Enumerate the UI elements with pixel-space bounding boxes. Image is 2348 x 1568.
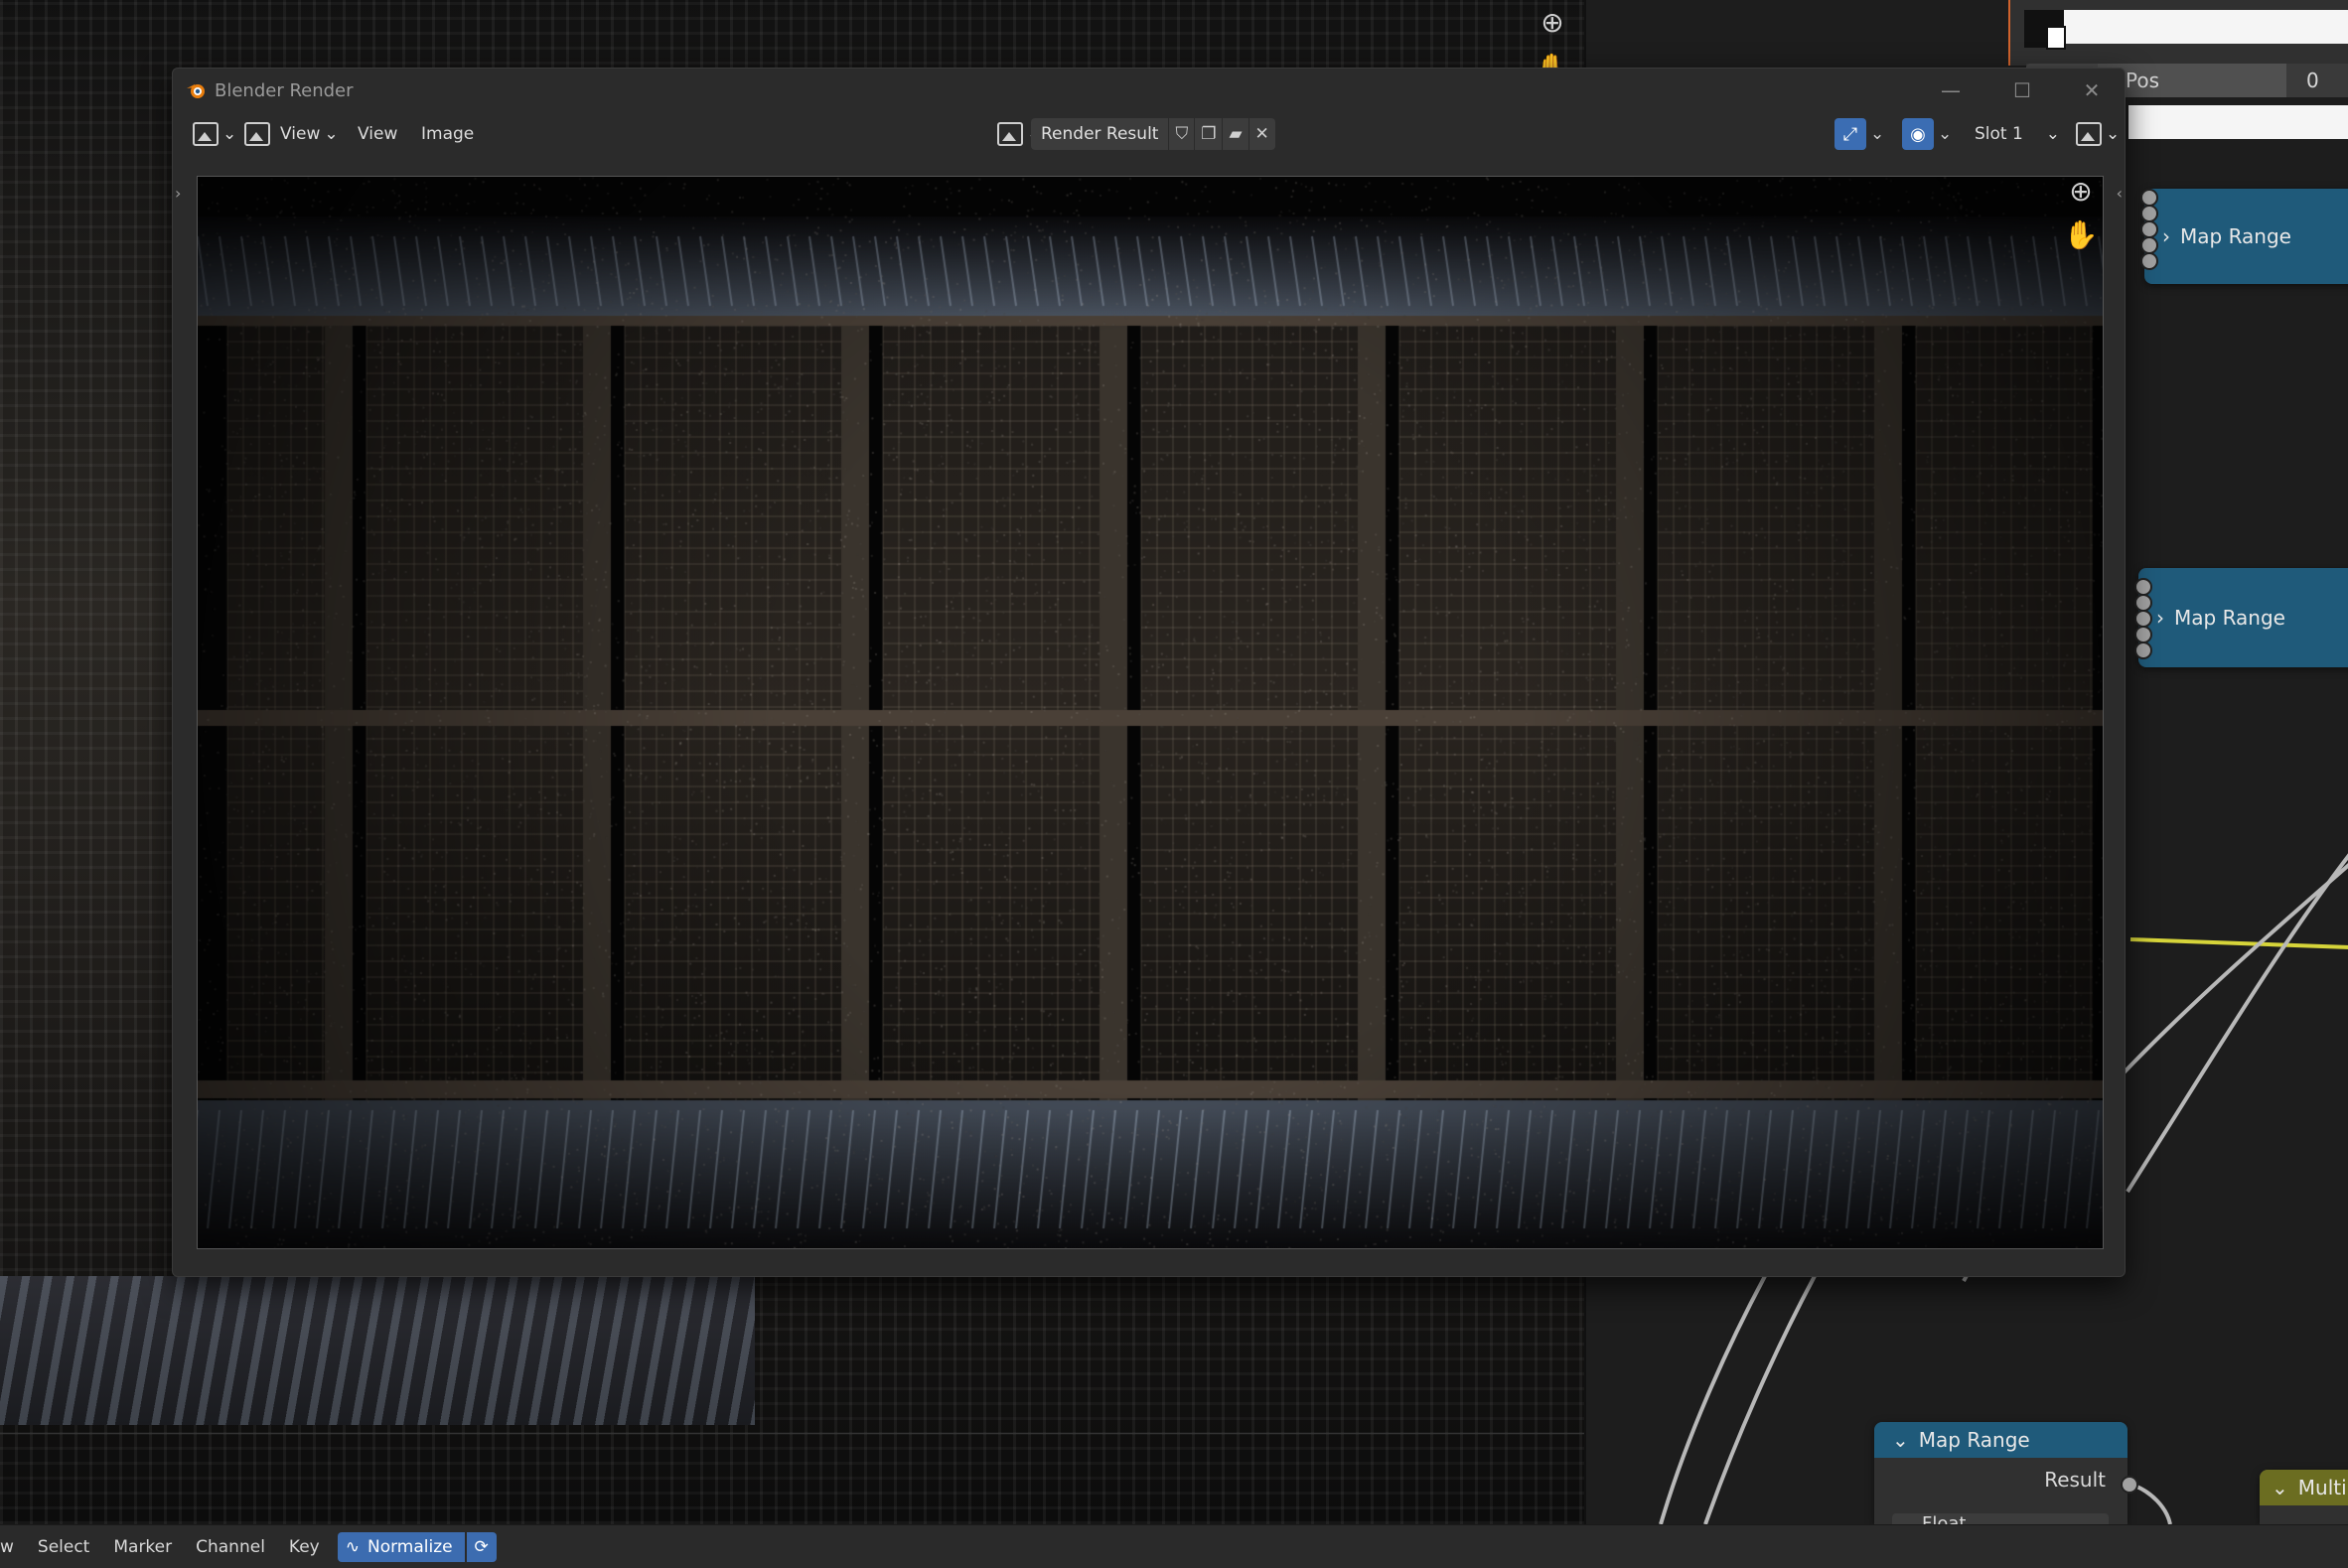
- chevron-right-icon[interactable]: ›: [2162, 224, 2170, 248]
- color-ramp-bar[interactable]: [2040, 10, 2348, 44]
- image-datablock-field[interactable]: Render Result ⛉ ❐ ▰ ✕: [1031, 118, 1275, 150]
- map-range-data-type-label: Float: [1922, 1513, 1966, 1524]
- map-range-node-1[interactable]: › Map Range: [2144, 189, 2348, 284]
- map-range-node-3-header[interactable]: ⌄ Map Range: [1874, 1422, 2128, 1458]
- chevron-down-icon[interactable]: ⌄: [2272, 1476, 2288, 1499]
- maximize-button[interactable]: ☐: [2005, 76, 2039, 104]
- color-stop-white[interactable]: [2046, 26, 2066, 50]
- render-window-titlebar[interactable]: Blender Render — ☐ ✕: [173, 69, 2125, 112]
- map-range-node-3-label: Map Range: [1919, 1428, 2030, 1452]
- chevron-down-icon: ⌄: [324, 124, 338, 144]
- chevron-down-icon[interactable]: ⌄: [1892, 1428, 1909, 1452]
- chevron-down-icon[interactable]: ⌄: [1870, 124, 1884, 144]
- render-result-canvas: [198, 177, 2103, 1248]
- image-editor-header: ⌄ View ⌄ View Image ⌄ Render Result ⛉ ❐ …: [173, 112, 2125, 156]
- display-channels-button[interactable]: ⌄: [2070, 118, 2126, 150]
- color-preview-white: [2128, 105, 2348, 139]
- menu-view-truncated[interactable]: w: [0, 1537, 26, 1557]
- map-range-node-2-header[interactable]: › Map Range: [2138, 568, 2348, 667]
- pan-hand-icon[interactable]: ✋: [2061, 214, 2101, 254]
- gizmo-icon: ⤢: [1843, 124, 1857, 145]
- refresh-icon: ⟳: [475, 1537, 489, 1557]
- multiply-node[interactable]: ⌄ Multi: [2260, 1470, 2348, 1524]
- timeline-header: w Select Marker Channel Key ∿ Normalize …: [0, 1524, 2348, 1568]
- pos-value: 0: [2306, 69, 2319, 92]
- normalize-curve-icon: ∿: [346, 1537, 360, 1557]
- image-name: Render Result: [1041, 124, 1168, 144]
- node-link-grey-1: [2128, 854, 2348, 1192]
- chevron-right-icon[interactable]: ›: [2156, 606, 2164, 630]
- node-link-yellow: [2130, 939, 2348, 947]
- normalize-label: Normalize: [367, 1537, 453, 1557]
- refresh-button[interactable]: ⟳: [467, 1532, 497, 1562]
- pos-label: Pos: [2126, 69, 2159, 92]
- normalize-toggle[interactable]: ∿ Normalize: [338, 1532, 465, 1562]
- map-range-node-2[interactable]: › Map Range: [2138, 568, 2348, 667]
- chevron-down-icon: ⌄: [2046, 124, 2060, 144]
- viewport-divider: [0, 1433, 1584, 1434]
- chevron-down-icon: ⌄: [2106, 124, 2120, 144]
- map-range-node-1-header[interactable]: › Map Range: [2144, 189, 2348, 284]
- socket[interactable]: [2134, 641, 2152, 659]
- display-channels-icon: [2076, 122, 2102, 146]
- view-mode-label: View: [280, 124, 320, 144]
- map-range-node-3[interactable]: ⌄ Map Range Result Float: [1874, 1422, 2128, 1524]
- view-mode-icon: [244, 122, 270, 146]
- open-folder-icon[interactable]: ▰: [1222, 118, 1247, 150]
- window-title: Blender Render: [215, 80, 354, 101]
- view-mode-dropdown[interactable]: View ⌄: [238, 118, 345, 150]
- new-image-icon[interactable]: ❐: [1194, 118, 1222, 150]
- menu-marker[interactable]: Marker: [101, 1537, 184, 1557]
- chevron-down-icon: ⌄: [222, 124, 236, 144]
- map-range-output-label: Result: [2044, 1468, 2106, 1492]
- slot-dropdown[interactable]: Slot 1 ⌄: [1969, 118, 2066, 150]
- render-window[interactable]: Blender Render — ☐ ✕ ⌄ View ⌄ View Image…: [172, 68, 2126, 1277]
- close-button[interactable]: ✕: [2075, 76, 2109, 104]
- menu-view[interactable]: View: [348, 124, 407, 144]
- image-editor-icon: [193, 122, 219, 146]
- menu-image[interactable]: Image: [411, 124, 484, 144]
- pos-field-main[interactable]: Pos: [2098, 64, 2286, 97]
- sidebar-expand-arrow-icon[interactable]: ‹: [2117, 184, 2123, 203]
- image-browse-icon: [997, 122, 1023, 146]
- zoom-icon[interactable]: ⊕: [2061, 176, 2101, 211]
- blender-logo-icon: [185, 79, 207, 101]
- overlay-toggle-button[interactable]: ◉: [1902, 118, 1934, 150]
- node-link-grey-4: [1705, 1276, 1815, 1524]
- gizmo-toggle-button[interactable]: ⤢: [1834, 118, 1866, 150]
- zoom-icon[interactable]: ⊕: [1533, 2, 1572, 42]
- slot-label: Slot 1: [1975, 124, 2023, 144]
- map-range-data-type[interactable]: Float: [1892, 1513, 2109, 1524]
- menu-channel[interactable]: Channel: [184, 1537, 277, 1557]
- multiply-node-label: Multi: [2298, 1476, 2347, 1499]
- map-range-node-2-label: Map Range: [2174, 606, 2285, 630]
- toolbar-expand-arrow-icon[interactable]: ›: [175, 184, 181, 203]
- overlay-icon: ◉: [1910, 124, 1926, 145]
- editor-type-button[interactable]: ⌄: [187, 118, 242, 150]
- render-result-image[interactable]: ⊕ ✋: [197, 176, 2104, 1249]
- chevron-down-icon[interactable]: ⌄: [1938, 124, 1952, 144]
- viewport-floor-strip: [0, 1276, 755, 1425]
- socket[interactable]: [2140, 252, 2158, 270]
- menu-key[interactable]: Key: [277, 1537, 332, 1557]
- menu-select[interactable]: Select: [26, 1537, 101, 1557]
- color-ramp-panel: [2008, 0, 2348, 66]
- multiply-node-header[interactable]: ⌄ Multi: [2260, 1470, 2348, 1505]
- map-range-node-1-label: Map Range: [2180, 224, 2291, 248]
- fake-user-shield-icon[interactable]: ⛉: [1168, 118, 1194, 150]
- minimize-button[interactable]: —: [1934, 76, 1968, 104]
- result-socket[interactable]: [2121, 1476, 2138, 1494]
- unlink-close-icon[interactable]: ✕: [1248, 118, 1275, 150]
- node-link-grey-3: [1661, 1276, 1765, 1524]
